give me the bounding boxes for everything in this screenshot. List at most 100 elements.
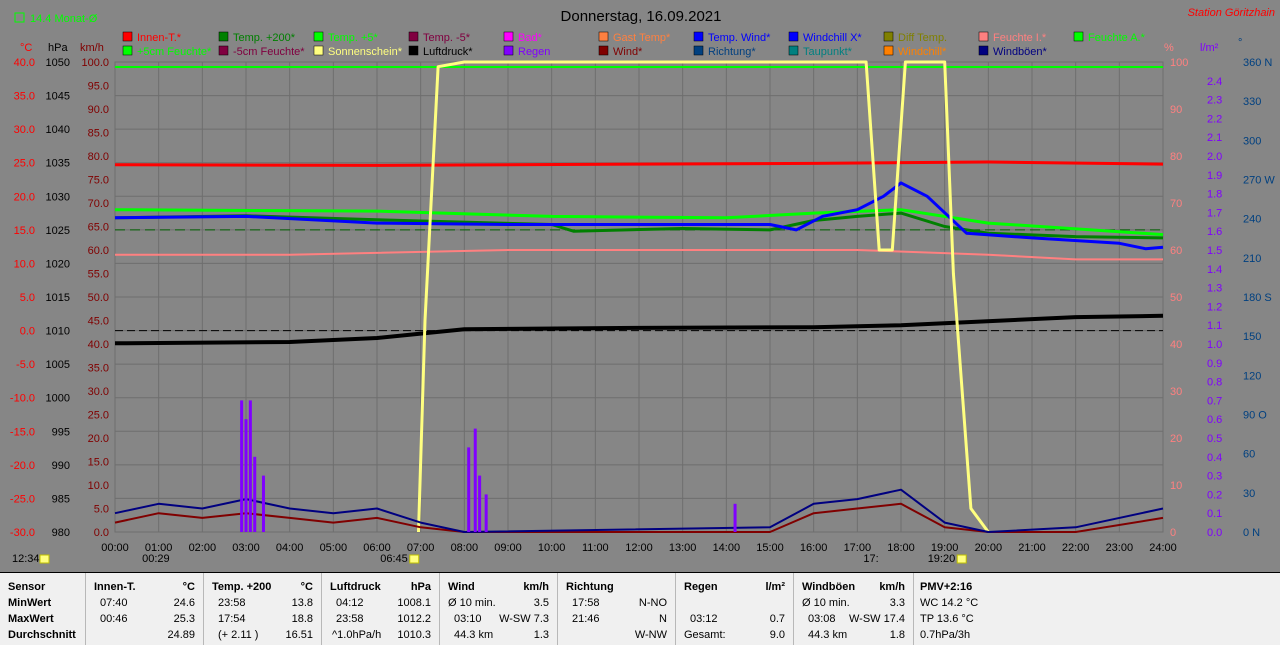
temp-tick-label: 35.0 (14, 91, 35, 103)
rain-tick-label: 2.0 (1207, 151, 1222, 163)
stats-col-boen: Windböen km/h Ø 10 min. 3.3 03:08 W-SW 1… (794, 573, 914, 645)
temp-tick-label: 20.0 (14, 191, 35, 203)
stats-time: (+ 2.11 ) (218, 629, 259, 641)
x-tick-label: 08:00 (451, 542, 479, 554)
stats-time: 21:46 (572, 613, 600, 625)
wind-tick-label: 10.0 (88, 480, 109, 492)
legend-label: Gast Temp* (613, 32, 671, 44)
legend-swatch (503, 31, 514, 42)
stats-header-wind: Wind (448, 581, 475, 593)
wind-tick-label: 45.0 (88, 316, 109, 328)
legend-label: Temp. Wind* (708, 32, 771, 44)
x-tick-label: 20:00 (975, 542, 1003, 554)
stats-time: ^1.0hPa/h (332, 629, 382, 641)
wind-tick-label: 85.0 (88, 128, 109, 140)
humidity-tick-label: 50 (1170, 292, 1182, 304)
rain-tick-label: 1.8 (1207, 189, 1222, 201)
wind-tick-label: 15.0 (88, 457, 109, 469)
direction-tick-label: 0 N (1243, 527, 1260, 539)
humidity-tick-label: 0 (1170, 527, 1176, 539)
stats-value: 1012.2 (397, 613, 431, 625)
rain-tick-label: 1.5 (1207, 245, 1222, 257)
stats-value: 0.7hPa/3h (920, 629, 971, 641)
wind-tick-label: 75.0 (88, 175, 109, 187)
rain-bar (244, 419, 248, 532)
rain-tick-label: 1.9 (1207, 170, 1222, 182)
stats-header-temp: Temp. +200 (212, 581, 272, 593)
legend-label: Windchill* (898, 46, 947, 58)
stats-unit-regen: l/m² (765, 581, 785, 593)
stats-value: 24.89 (167, 629, 195, 641)
legend-swatch (408, 45, 419, 56)
wind-tick-label: 40.0 (88, 339, 109, 351)
stats-value: 0.7 (769, 613, 785, 625)
x-tick-label: 24:00 (1149, 542, 1177, 554)
stats-row-label: MaxWert (8, 613, 54, 625)
direction-tick-label: 330 (1243, 96, 1261, 108)
legend-swatch (122, 45, 133, 56)
stats-value: N-NO (638, 597, 667, 609)
wind-tick-label: 55.0 (88, 269, 109, 281)
pressure-tick-label: 1050 (46, 57, 70, 69)
x-tick-label: 21:00 (1018, 542, 1046, 554)
temp-tick-label: 25.0 (14, 158, 35, 170)
rain-tick-label: 0.8 (1207, 377, 1222, 389)
x-tick-label: 15:00 (756, 542, 784, 554)
legend-label: Diff Temp. (898, 32, 947, 44)
moonrise-label: 00:29 (142, 553, 170, 565)
x-tick-label: 23:00 (1106, 542, 1134, 554)
now-time-label: 12:34 (12, 553, 40, 565)
rain-bar (248, 400, 252, 532)
unit-temp: °C (20, 42, 32, 54)
weather-chart: 40.0 35.0 30.0 25.0 20.0 15.0 10.0 5.0 0.0 -5.0 -1… (0, 0, 1280, 572)
humidity-tick-label: 20 (1170, 433, 1182, 445)
temp-tick-label: 5.0 (20, 292, 35, 304)
pressure-tick-label: 1045 (46, 91, 70, 103)
rain-bar (484, 494, 488, 532)
sunset-label: 19:20 (928, 553, 956, 565)
x-tick-label: 12:00 (625, 542, 653, 554)
direction-tick-label: 90 O (1243, 410, 1267, 422)
legend-label: Richtung* (708, 46, 756, 58)
legend-label: Temp. +200* (233, 32, 296, 44)
unit-direction: ° (1238, 37, 1242, 49)
stats-col-sensor: Sensor MinWert MaxWert Durchschnitt (0, 573, 86, 645)
rain-tick-label: 0.0 (1207, 527, 1222, 539)
x-tick-label: 13:00 (669, 542, 697, 554)
stats-col-pmv: PMV+2:16 WC 14.2 °C TP 13.6 °C 0.7hPa/3h (914, 573, 1280, 645)
humidity-tick-label: 40 (1170, 339, 1182, 351)
stats-time: 23:58 (336, 613, 364, 625)
x-tick-label: 18:00 (887, 542, 915, 554)
unit-rain: l/m² (1200, 42, 1219, 54)
temp-tick-label: -25.0 (10, 493, 35, 505)
direction-tick-label: 120 (1243, 370, 1261, 382)
direction-tick-label: 30 (1243, 488, 1255, 500)
stats-time: 03:12 (690, 613, 718, 625)
unit-pressure: hPa (48, 42, 68, 54)
sunset-sun-icon (956, 554, 967, 564)
legend-label: Feuchte I.* (993, 32, 1047, 44)
rain-bar (261, 475, 265, 532)
humidity-tick-label: 90 (1170, 104, 1182, 116)
stats-time: 03:08 (808, 613, 836, 625)
stats-value: W-SW 17.4 (848, 613, 905, 625)
legend-swatch (218, 45, 229, 56)
x-tick-label: 07:00 (407, 542, 435, 554)
rain-bar (467, 447, 471, 532)
stats-time: 23:58 (218, 597, 246, 609)
stats-time: 04:12 (336, 597, 364, 609)
pressure-tick-label: 985 (52, 493, 70, 505)
sunrise-label: 06:45 (380, 553, 408, 565)
stats-unit-temp: °C (300, 581, 313, 593)
legend-swatch (693, 45, 704, 56)
temp-tick-label: -5.0 (16, 359, 35, 371)
legend-label: -5cm Feuchte* (233, 46, 305, 58)
stats-value: 3.3 (889, 597, 905, 609)
wind-tick-label: 80.0 (88, 151, 109, 163)
month-avg-label: 14.4 Monat-Ø (30, 13, 98, 25)
direction-tick-label: 240 (1243, 214, 1261, 226)
rain-tick-label: 1.1 (1207, 320, 1222, 332)
legend-label: Taupunkt* (803, 46, 853, 58)
legend-swatch (598, 45, 609, 56)
stats-time: 17:54 (218, 613, 246, 625)
